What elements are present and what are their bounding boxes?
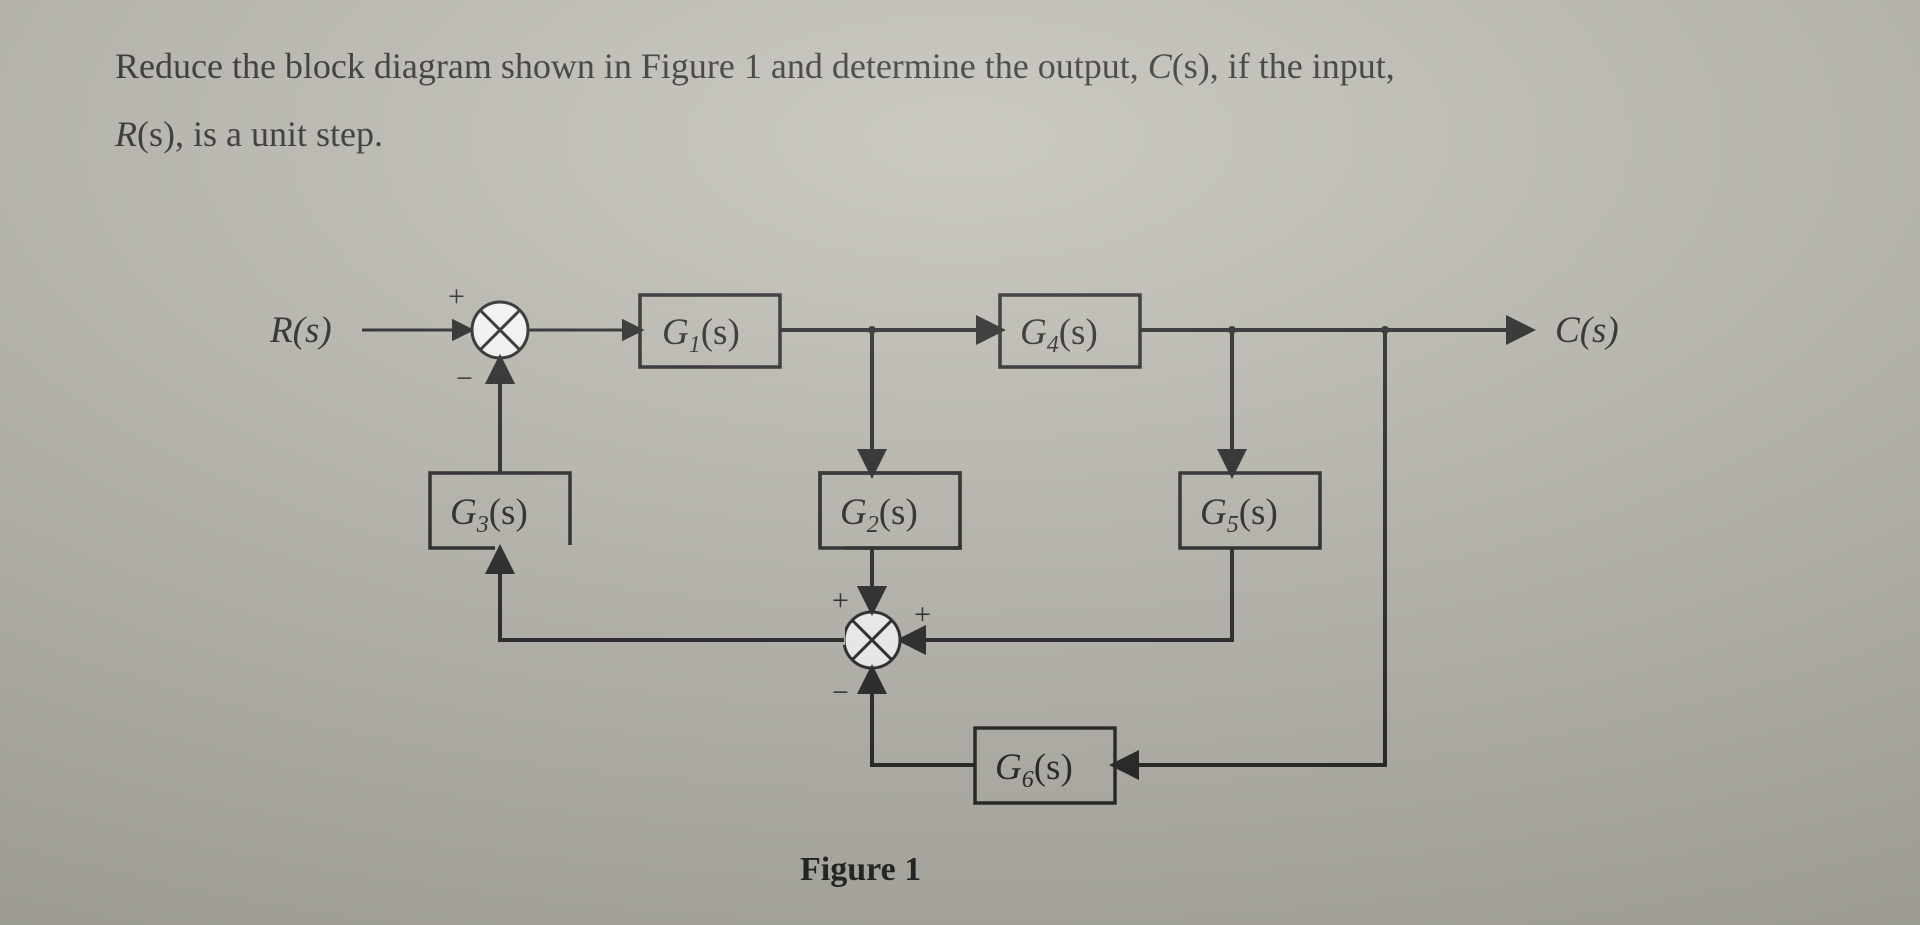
block-g1: G1(s) <box>640 295 780 367</box>
svg-text:G6(s): G6(s) <box>995 747 1073 793</box>
figure-caption: Figure 1 <box>800 851 921 888</box>
block-g6: G6(s) <box>975 728 1115 803</box>
svg-text:G4(s): G4(s) <box>1020 312 1098 358</box>
wire-g6-sum2 <box>872 670 975 765</box>
svg-text:+: + <box>832 584 849 617</box>
wire-g5-sum2 <box>902 548 1232 640</box>
svg-text:G1(s): G1(s) <box>662 312 740 358</box>
sum1-minus-icon: − <box>456 362 473 395</box>
sum2-minus-icon: − <box>832 676 849 709</box>
svg-text:G2(s): G2(s) <box>840 492 918 538</box>
block-g4: G4(s) <box>1000 295 1140 367</box>
block-diagram: R(s) R(s) + − G1(s) G4(s) C(s) C(s) G3(s… <box>0 0 1920 925</box>
block-g5: G5(s) <box>1180 473 1320 548</box>
block-g2: G2(s) <box>820 473 960 548</box>
sum-junction-2 <box>844 612 900 668</box>
svg-text:G3(s): G3(s) <box>450 492 528 538</box>
sum-junction-1 <box>472 302 528 358</box>
sum2-plus-right-icon: + <box>914 598 931 631</box>
svg-text:G5(s): G5(s) <box>1200 492 1278 538</box>
sum1-plus-icon: + <box>448 280 465 313</box>
